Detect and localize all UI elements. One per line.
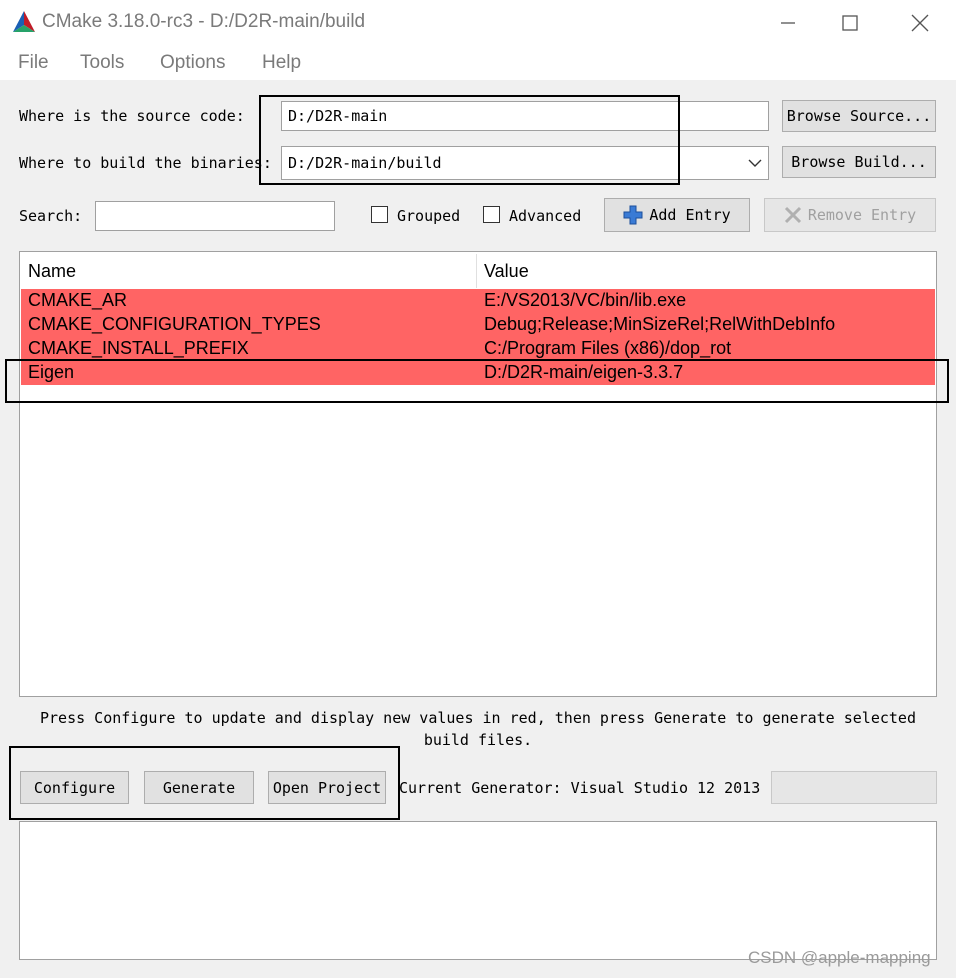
remove-icon <box>784 206 801 224</box>
column-divider[interactable] <box>476 254 477 288</box>
menu-file[interactable]: File <box>18 52 49 74</box>
row-name: CMAKE_CONFIGURATION_TYPES <box>28 314 321 334</box>
grouped-label: Grouped <box>397 207 461 225</box>
annotation-box-eigen-row <box>5 359 949 403</box>
hint-line-1: Press Configure to update and display ne… <box>40 709 916 727</box>
close-button[interactable] <box>888 0 952 46</box>
source-label: Where is the source code: <box>19 107 245 125</box>
advanced-checkbox[interactable] <box>483 206 500 223</box>
annotation-box-paths <box>259 95 680 185</box>
column-header-value[interactable]: Value <box>484 261 529 282</box>
menu-bar: File Tools Options Help <box>0 46 956 80</box>
minimize-icon <box>781 22 795 24</box>
add-entry-button[interactable]: Add Entry <box>604 198 750 232</box>
advanced-label: Advanced <box>509 207 582 225</box>
current-generator-label: Current Generator: Visual Studio 12 2013 <box>399 779 761 797</box>
table-header: Name Value <box>20 252 936 288</box>
progress-bar <box>771 771 937 804</box>
remove-entry-button[interactable]: Remove Entry <box>764 198 936 232</box>
row-value: Debug;Release;MinSizeRel;RelWithDebInfo <box>484 314 836 334</box>
hint-text: Press Configure to update and display ne… <box>20 707 936 751</box>
row-value: C:/Program Files (x86)/dop_rot <box>484 338 732 358</box>
remove-entry-label: Remove Entry <box>807 206 917 224</box>
column-header-name[interactable]: Name <box>28 261 76 282</box>
output-log[interactable] <box>19 821 937 960</box>
close-icon <box>911 14 929 32</box>
maximize-button[interactable] <box>818 0 882 46</box>
plus-icon <box>623 205 643 225</box>
cache-table[interactable]: Name Value CMAKE_AR E:/VS2013/VC/bin/lib… <box>19 251 937 697</box>
browse-build-button[interactable]: Browse Build... <box>782 146 936 178</box>
watermark: CSDN @apple-mapping <box>748 948 931 967</box>
search-input[interactable] <box>95 201 335 231</box>
window-title: CMake 3.18.0-rc3 - D:/D2R-main/build <box>42 11 366 32</box>
maximize-icon <box>842 15 858 31</box>
row-value: E:/VS2013/VC/bin/lib.exe <box>484 290 687 310</box>
menu-help[interactable]: Help <box>262 52 301 74</box>
table-row[interactable]: CMAKE_INSTALL_PREFIX C:/Program Files (x… <box>21 337 935 361</box>
search-label: Search: <box>19 207 83 225</box>
minimize-button[interactable] <box>756 0 820 46</box>
add-entry-label: Add Entry <box>649 206 731 224</box>
build-label: Where to build the binaries: <box>19 154 272 172</box>
annotation-box-actions <box>9 746 400 820</box>
table-row[interactable]: CMAKE_CONFIGURATION_TYPES Debug;Release;… <box>21 313 935 337</box>
row-name: CMAKE_AR <box>28 290 128 310</box>
grouped-checkbox[interactable] <box>371 206 388 223</box>
title-bar: CMake 3.18.0-rc3 - D:/D2R-main/build <box>0 0 956 46</box>
browse-source-button[interactable]: Browse Source... <box>782 100 936 132</box>
cmake-logo-icon <box>13 11 35 32</box>
menu-options[interactable]: Options <box>160 52 225 74</box>
row-name: CMAKE_INSTALL_PREFIX <box>28 338 249 358</box>
table-row[interactable]: CMAKE_AR E:/VS2013/VC/bin/lib.exe <box>21 289 935 313</box>
chevron-down-icon[interactable] <box>748 158 762 168</box>
menu-tools[interactable]: Tools <box>80 52 124 74</box>
